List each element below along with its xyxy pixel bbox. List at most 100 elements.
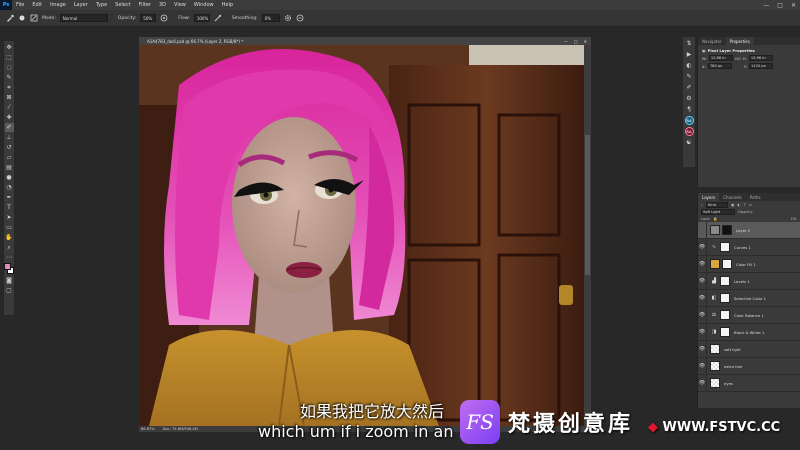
filter-search-icon[interactable]: ⌕ xyxy=(701,203,703,207)
menu-type[interactable]: Type xyxy=(92,2,111,8)
visibility-eye-icon[interactable]: 👁 xyxy=(698,357,707,375)
brush-size-picker[interactable] xyxy=(18,14,26,22)
menu-3d[interactable]: 3D xyxy=(155,2,170,8)
history-brush-tool-icon[interactable]: ↺ xyxy=(5,143,14,152)
path-selection-tool-icon[interactable]: ➤ xyxy=(5,213,14,222)
layer-mask-thumbnail[interactable] xyxy=(720,327,730,337)
layer-row-selective-color[interactable]: 👁 ◧ Selective Color 1 xyxy=(698,289,800,307)
lasso-tool-icon[interactable]: ◌ xyxy=(5,63,14,72)
layer-row-layer-2[interactable]: Layer 2 xyxy=(698,221,800,239)
mode-select[interactable]: Normal xyxy=(59,14,108,22)
tab-properties[interactable]: Properties xyxy=(725,37,754,45)
menu-filter[interactable]: Filter xyxy=(135,2,155,8)
layer-row-extra-hair[interactable]: 👁 extra hair xyxy=(698,357,800,375)
brush-tool-icon[interactable]: ✐ xyxy=(4,123,14,132)
menu-window[interactable]: Window xyxy=(190,2,218,8)
layer-row-levels[interactable]: 👁 ▟ Levels 1 xyxy=(698,272,800,290)
visibility-eye-icon[interactable]: 👁 xyxy=(698,255,707,273)
layer-mask-thumbnail[interactable] xyxy=(722,225,732,235)
eraser-tool-icon[interactable]: ▱ xyxy=(5,153,14,162)
pen-tool-icon[interactable]: ✒ xyxy=(5,193,14,202)
layer-row-curves[interactable]: 👁 ∿ Curves 1 xyxy=(698,238,800,256)
layer-row-eyes[interactable]: 👁 eyes xyxy=(698,374,800,392)
crop-tool-icon[interactable]: ⌗ xyxy=(5,83,14,92)
actions-panel-icon[interactable]: ▶ xyxy=(685,50,694,59)
x-field[interactable]: 780 px xyxy=(707,63,732,69)
airbrush-icon[interactable] xyxy=(214,14,222,22)
layer-mask-thumbnail[interactable] xyxy=(720,310,730,320)
opacity-field[interactable]: 50% xyxy=(140,14,157,22)
brush-preset-icon[interactable] xyxy=(6,14,14,22)
tab-channels[interactable]: Channels xyxy=(719,193,746,201)
visibility-eye-icon[interactable]: 👁 xyxy=(698,340,707,358)
layer-filter-kind[interactable]: Kind xyxy=(706,201,729,208)
menu-edit[interactable]: Edit xyxy=(28,2,46,8)
info-panel-icon[interactable]: ☯ xyxy=(685,138,694,147)
tab-paths[interactable]: Paths xyxy=(746,193,765,201)
visibility-eye-icon[interactable]: 👁 xyxy=(698,289,707,307)
layer-mask-thumbnail[interactable] xyxy=(720,276,730,286)
filter-adjustment-icon[interactable]: ◐ xyxy=(737,203,740,207)
maximize-button[interactable]: □ xyxy=(777,2,783,9)
filter-shape-icon[interactable]: ▭ xyxy=(749,203,752,207)
layer-mask-thumbnail[interactable] xyxy=(722,259,732,269)
doc-maximize-icon[interactable]: □ xyxy=(574,39,578,44)
quick-select-tool-icon[interactable]: ✎ xyxy=(5,73,14,82)
width-field[interactable]: 12.88 in xyxy=(708,55,733,61)
menu-file[interactable]: File xyxy=(12,2,28,8)
hand-tool-icon[interactable]: ✋ xyxy=(5,233,14,242)
retouch-plugin-ra2-icon[interactable]: RA xyxy=(684,127,694,136)
layer-mask-thumbnail[interactable] xyxy=(720,242,730,252)
flow-field[interactable]: 100% xyxy=(193,14,210,22)
frame-tool-icon[interactable]: ⊠ xyxy=(5,93,14,102)
screen-mode-icon[interactable]: ▢ xyxy=(5,286,14,295)
type-tool-icon[interactable]: T xyxy=(5,203,14,212)
visibility-eye-icon[interactable]: 👁 xyxy=(698,272,707,290)
visibility-eye-icon[interactable]: 👁 xyxy=(698,238,707,256)
menu-image[interactable]: Image xyxy=(46,2,70,8)
canvas-vertical-scrollbar[interactable] xyxy=(584,45,591,426)
link-dimensions-icon[interactable]: GO xyxy=(735,56,741,61)
doc-minimize-icon[interactable]: — xyxy=(564,39,568,44)
adjustments-panel-icon[interactable]: ◐ xyxy=(685,61,694,70)
dodge-tool-icon[interactable]: ◔ xyxy=(5,183,14,192)
tool-presets-icon[interactable]: ⚙ xyxy=(685,94,694,103)
visibility-eye-icon[interactable]: 👁 xyxy=(698,323,707,341)
layer-row-color-fill[interactable]: 👁 Color Fill 1 xyxy=(698,255,800,273)
visibility-eye-icon[interactable]: 👁 xyxy=(698,374,707,392)
pressure-size-icon[interactable] xyxy=(296,14,304,22)
healing-brush-tool-icon[interactable]: ✚ xyxy=(5,113,14,122)
menu-help[interactable]: Help xyxy=(218,2,237,8)
menu-layer[interactable]: Layer xyxy=(70,2,92,8)
layer-mask-thumbnail[interactable] xyxy=(720,293,730,303)
marquee-tool-icon[interactable]: ⬚ xyxy=(5,53,14,62)
move-tool-icon[interactable]: ✥ xyxy=(5,43,14,52)
document-size[interactable]: Doc: 75.8M/906.4M xyxy=(163,427,198,431)
scrollbar-thumb[interactable] xyxy=(585,135,590,275)
retouch-plugin-ra-icon[interactable]: RA xyxy=(684,116,694,125)
filter-pixel-icon[interactable]: ▣ xyxy=(731,203,734,207)
color-swatches[interactable] xyxy=(4,263,14,275)
filter-type-icon[interactable]: T xyxy=(744,203,746,207)
zoom-level[interactable]: 66.67% xyxy=(141,427,155,431)
paragraph-panel-icon[interactable]: ¶ xyxy=(685,105,694,114)
y-field[interactable]: 1120 px xyxy=(749,63,773,69)
document-tab[interactable]: A1A4783_dodi.psd @ 66.7% (Layer 2, RGB/8… xyxy=(139,37,591,45)
layer-row-color-balance[interactable]: 👁 ⚖ Color Balance 1 xyxy=(698,306,800,324)
tab-navigator[interactable]: Navigator xyxy=(698,37,726,45)
layer-row-soft-light[interactable]: 👁 soft light xyxy=(698,340,800,358)
minimize-button[interactable]: — xyxy=(763,2,769,9)
brush-settings-panel-icon[interactable]: ✎ xyxy=(685,72,694,81)
menu-view[interactable]: View xyxy=(170,2,190,8)
history-panel-icon[interactable]: ⇅ xyxy=(685,39,694,48)
menu-select[interactable]: Select xyxy=(111,2,134,8)
eyedropper-tool-icon[interactable]: ⁄ xyxy=(5,103,14,112)
image-canvas[interactable] xyxy=(139,45,584,426)
height-field[interactable]: 13.96 in xyxy=(748,55,773,61)
layer-row-black-white[interactable]: 👁 ◨ Black & White 1 xyxy=(698,323,800,341)
lock-icon[interactable]: 🔒 xyxy=(713,217,717,221)
rectangle-tool-icon[interactable]: ▭ xyxy=(5,223,14,232)
brush-settings-icon[interactable] xyxy=(30,14,38,22)
blend-mode-select[interactable]: Soft Light xyxy=(701,208,735,215)
clone-stamp-tool-icon[interactable]: ⊥ xyxy=(5,133,14,142)
